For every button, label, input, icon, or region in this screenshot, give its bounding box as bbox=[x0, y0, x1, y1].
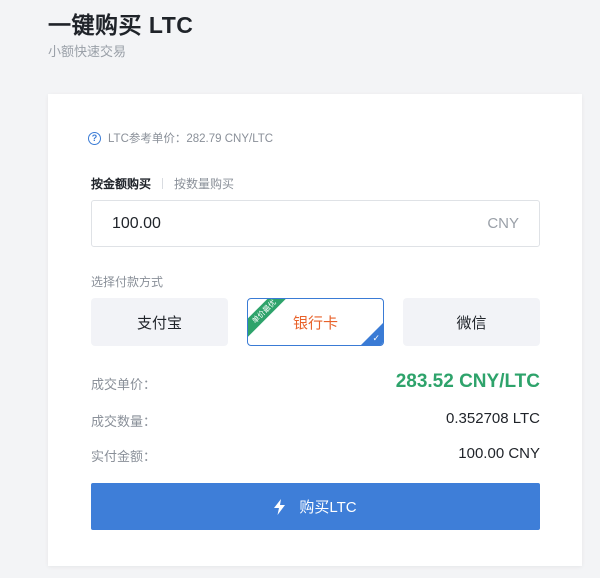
total-label: 实付金额： bbox=[91, 449, 157, 464]
reference-price: ? LTC参考单价：282.79 CNY/LTC bbox=[88, 130, 273, 146]
page-title: 一键购买 LTC bbox=[48, 12, 194, 38]
quantity-value: 0.352708 LTC bbox=[446, 410, 540, 427]
total-value: 100.00 CNY bbox=[458, 445, 540, 462]
buy-ltc-button[interactable]: 购买LTC bbox=[91, 483, 540, 530]
unit-price-label: 成交单价： bbox=[91, 377, 157, 392]
payment-option-label: 银行卡 bbox=[292, 314, 338, 332]
unit-price-value: 283.52 CNY/LTC bbox=[395, 371, 540, 392]
buy-card: ? LTC参考单价：282.79 CNY/LTC 按金额购买 按数量购买 100… bbox=[48, 94, 582, 566]
best-price-ribbon: 单价最优 bbox=[248, 299, 290, 338]
quantity-label: 成交数量： bbox=[91, 414, 157, 429]
payment-option-bank-card[interactable]: 单价最优 银行卡 ✓ bbox=[247, 298, 384, 346]
buy-button-label: 购买LTC bbox=[299, 499, 357, 516]
check-icon: ✓ bbox=[372, 333, 380, 343]
payment-option-label: 微信 bbox=[456, 314, 487, 332]
help-icon[interactable]: ? bbox=[88, 131, 101, 145]
tab-buy-by-amount[interactable]: 按金额购买 bbox=[91, 175, 151, 192]
reference-price-text: LTC参考单价：282.79 CNY/LTC bbox=[108, 133, 274, 145]
tab-divider bbox=[162, 178, 164, 189]
payment-method-label: 选择付款方式 bbox=[91, 275, 164, 289]
payment-option-alipay[interactable]: 支付宝 bbox=[91, 298, 228, 346]
payment-option-wechat[interactable]: 微信 bbox=[403, 298, 540, 346]
amount-input[interactable]: 100.00 CNY bbox=[91, 200, 540, 247]
amount-unit: CNY bbox=[487, 215, 519, 232]
buy-mode-tabs: 按金额购买 按数量购买 bbox=[91, 175, 234, 192]
tab-buy-by-quantity[interactable]: 按数量购买 bbox=[174, 175, 234, 192]
amount-value[interactable]: 100.00 bbox=[112, 215, 161, 233]
page-subtitle: 小额快速交易 bbox=[48, 44, 127, 59]
payment-option-label: 支付宝 bbox=[136, 314, 182, 332]
lightning-icon bbox=[274, 498, 286, 515]
